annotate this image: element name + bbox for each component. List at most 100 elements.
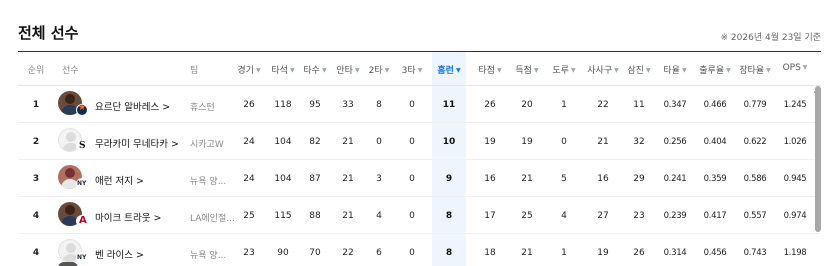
column-header-hr[interactable]: 홈런 ▼ (437, 63, 460, 76)
column-header-label: 순위 (27, 66, 45, 76)
column-header-rank: 순위 (28, 63, 45, 76)
column-header-label: 도루 (552, 66, 569, 76)
stat-obp: 0.466 (703, 100, 727, 110)
caret-down-icon: ▼ (533, 67, 539, 74)
table-header: 순위 선수 팀 경기 ▼ 타석 ▼ 타수 ▼ 안타 ▼ 2타 ▼ 3타 ▼ 홈런 ▼ 타점 ▼ 득점 ▼ 도루 ▼ 사사구 ▼ 삼… (18, 52, 821, 86)
column-header-ops[interactable]: OPS ▼ (783, 63, 808, 73)
column-header-label: 3타 (401, 66, 416, 76)
table-row[interactable]: 4 벤 라이스 > 뉴욕 양... 23 90 70 22 6 0 8 18 21 1 19 26 0.314… (18, 234, 821, 266)
as-of-date: ※ 2026년 4월 23일 기준 (720, 33, 821, 43)
column-header-label: 경기 (237, 66, 254, 76)
stat-pa: 104 (274, 137, 292, 147)
team-name: 휴스턴 (190, 103, 215, 113)
stat-g: 23 (243, 248, 255, 258)
column-header-pa[interactable]: 타석 ▼ (271, 63, 294, 76)
stat-hr: 11 (442, 100, 456, 110)
column-header-label: 득점 (515, 66, 532, 76)
stat-rbi: 18 (484, 248, 496, 258)
team-name: 시카고W (190, 140, 224, 150)
table-row[interactable]: 4 마이크 트라웃 > LA에인절... 25 115 88 21 4 0 8 17 25 4 27 23 0… (18, 197, 821, 234)
stat-rbi: 16 (484, 174, 496, 184)
stat-sb: 1 (561, 100, 567, 110)
stat-avg: 0.241 (663, 174, 687, 184)
column-header-label: 2타 (368, 66, 383, 76)
column-header-label: 안타 (336, 66, 353, 76)
stat-b3: 0 (409, 248, 415, 258)
stat-r: 25 (521, 211, 533, 221)
stat-ops: 1.245 (783, 100, 807, 110)
stat-h: 21 (342, 211, 354, 221)
stat-ab: 87 (309, 174, 321, 184)
stat-bb: 22 (597, 100, 609, 110)
column-header-b2[interactable]: 2타 ▼ (369, 63, 390, 76)
stat-obp: 0.456 (703, 248, 727, 258)
table-row[interactable]: 1 요르단 알바레스 > 휴스턴 26 118 95 33 8 0 11 26 20 1 22 11 0.34… (18, 86, 821, 123)
stat-b3: 0 (409, 137, 415, 147)
column-header-sb[interactable]: 도루 ▼ (552, 63, 575, 76)
player-name-link[interactable]: 마이크 트라웃 > (95, 210, 161, 224)
stat-b2: 6 (376, 248, 382, 258)
column-header-label: 선수 (62, 66, 79, 76)
column-header-label: 홈런 (437, 66, 454, 76)
column-header-rbi[interactable]: 타점 ▼ (478, 63, 501, 76)
stat-bb: 27 (597, 211, 609, 221)
stat-avg: 0.256 (663, 137, 687, 147)
column-header-ab[interactable]: 타수 ▼ (303, 63, 326, 76)
column-header-label: 타율 (663, 66, 680, 76)
yankees-logo-icon (76, 252, 88, 264)
stat-hr: 8 (445, 211, 453, 221)
stat-hr: 9 (445, 174, 453, 184)
caret-down-icon: ▼ (645, 67, 651, 74)
stat-slg: 0.779 (743, 100, 767, 110)
column-header-team: 팀 (190, 63, 198, 76)
player-name-link[interactable]: 애런 저지 > (95, 173, 144, 187)
team-name: LA에인절... (190, 214, 235, 224)
stat-ab: 70 (309, 248, 321, 258)
column-header-obp[interactable]: 출루율 ▼ (699, 63, 730, 76)
table-row[interactable]: 2 무라카미 무네타카 > 시카고W 24 104 82 21 0 0 10 19 19 0 21 32 0.… (18, 123, 821, 160)
column-header-avg[interactable]: 타율 ▼ (663, 63, 686, 76)
table-row[interactable]: 3 애런 저지 > 뉴욕 양... 24 104 87 21 3 0 9 16 21 5 16 29 0.24… (18, 160, 821, 197)
vertical-scrollbar[interactable] (815, 86, 821, 232)
team-name: 뉴욕 양... (190, 251, 227, 261)
stat-b3: 0 (409, 174, 415, 184)
stat-r: 21 (521, 248, 533, 258)
rank-value: 4 (32, 211, 40, 221)
player-name-link[interactable]: 무라카미 무네타카 > (95, 136, 179, 150)
stat-so: 26 (633, 248, 645, 258)
rank-value: 4 (32, 248, 40, 258)
stat-avg: 0.347 (663, 100, 687, 110)
stat-hr: 8 (445, 248, 453, 258)
stat-sb: 1 (561, 248, 567, 258)
stat-so: 23 (633, 211, 645, 221)
stat-ab: 88 (309, 211, 321, 221)
column-header-bb[interactable]: 사사구 ▼ (587, 63, 618, 76)
stat-ops: 0.974 (783, 211, 807, 221)
stat-ab: 82 (309, 137, 321, 147)
caret-down-icon: ▼ (384, 67, 390, 74)
column-header-b3[interactable]: 3타 ▼ (402, 63, 423, 76)
stat-so: 32 (633, 137, 645, 147)
column-header-label: 타수 (303, 66, 320, 76)
player-name-link[interactable]: 벤 라이스 > (95, 247, 144, 261)
stat-avg: 0.314 (663, 248, 687, 258)
avatar (58, 262, 78, 266)
column-header-slg[interactable]: 장타율 ▼ (739, 63, 770, 76)
angels-logo-icon (76, 215, 88, 227)
caret-down-icon: ▼ (496, 67, 502, 74)
stat-h: 21 (342, 137, 354, 147)
column-header-h[interactable]: 안타 ▼ (336, 63, 359, 76)
column-header-label: 타점 (478, 66, 495, 76)
astros-logo-icon (76, 103, 88, 116)
rank-value: 3 (32, 174, 40, 184)
player-name-link[interactable]: 요르단 알바레스 > (95, 99, 170, 113)
stat-b3: 0 (409, 211, 415, 221)
stat-rbi: 17 (484, 211, 496, 221)
column-header-so[interactable]: 삼진 ▼ (627, 63, 650, 76)
stat-bb: 16 (597, 174, 609, 184)
stat-sb: 0 (561, 137, 567, 147)
stat-so: 11 (633, 100, 645, 110)
column-header-r[interactable]: 득점 ▼ (515, 63, 538, 76)
column-header-g[interactable]: 경기 ▼ (237, 63, 260, 76)
stat-ops: 1.198 (783, 248, 807, 258)
